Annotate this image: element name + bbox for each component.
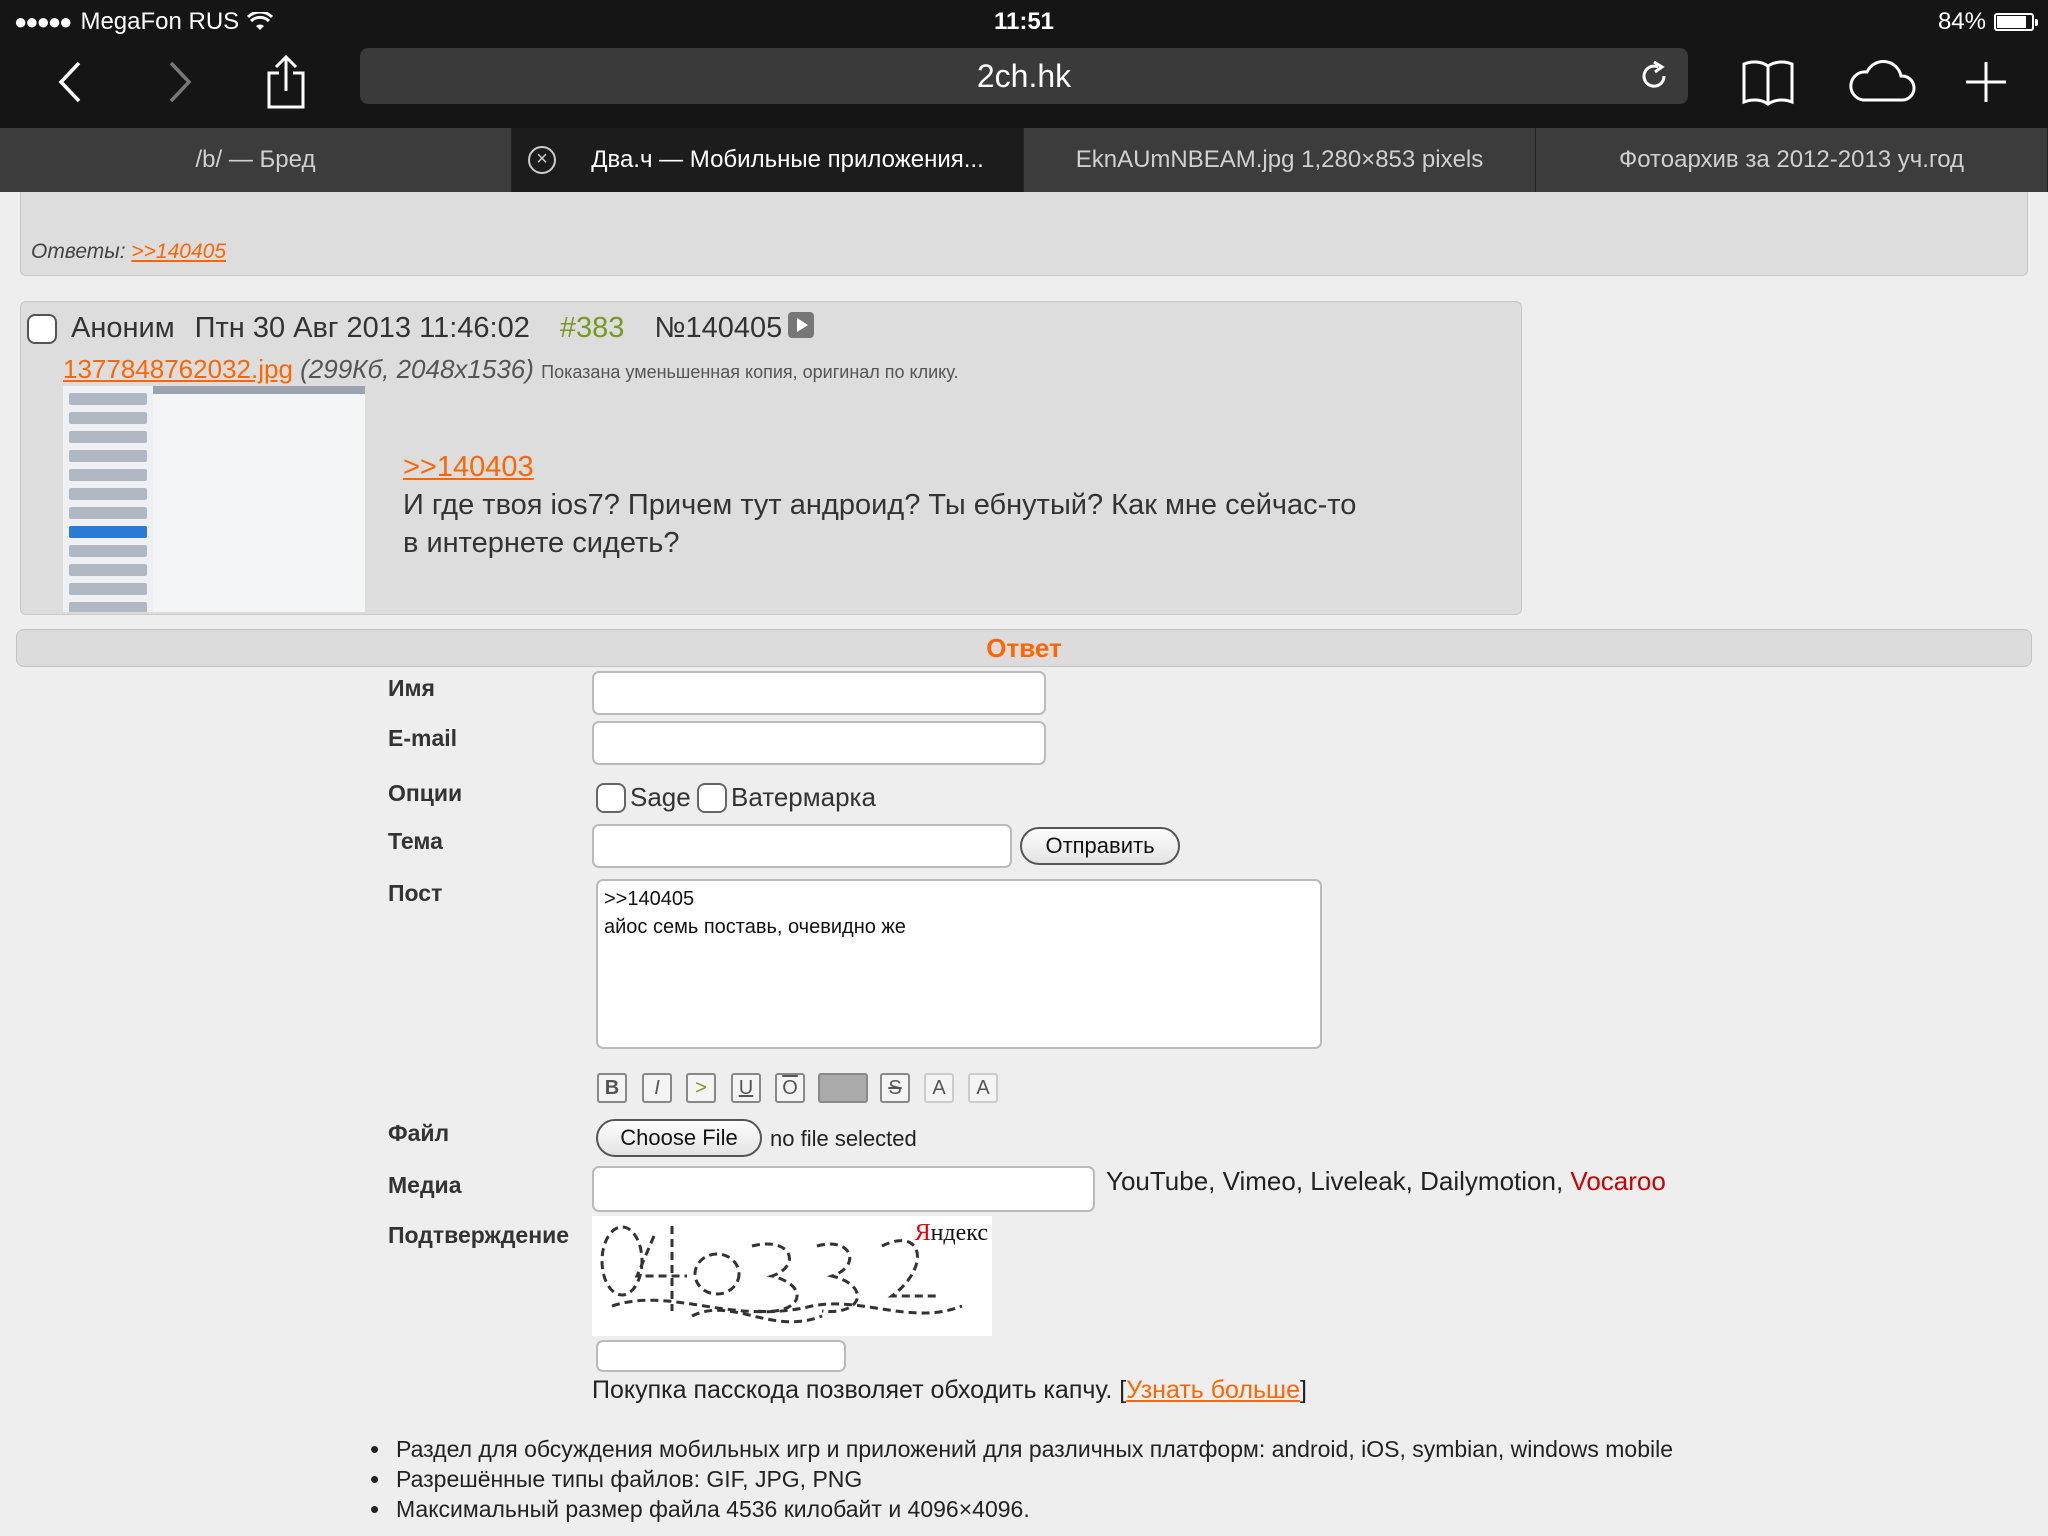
tab-title: /b/ — Бред <box>195 146 316 173</box>
bookmarks-icon[interactable] <box>1740 52 1796 112</box>
submit-button[interactable]: Отправить <box>1020 827 1180 865</box>
post-text: в интернете сидеть? <box>403 527 680 559</box>
tab-title: Два.ч — Мобильные приложения... <box>591 146 984 173</box>
post-select-checkbox[interactable] <box>27 313 57 344</box>
quote-link[interactable]: >>140403 <box>403 451 534 483</box>
captcha-image[interactable]: Яндекс <box>592 1216 992 1336</box>
post-thumbnail[interactable] <box>63 386 365 612</box>
tab-bar: /b/ — Бред × Два.ч — Мобильные приложени… <box>0 128 2048 192</box>
share-icon[interactable] <box>262 52 310 112</box>
rule-item: Раздел для обсуждения мобильных игр и пр… <box>370 1434 1673 1466</box>
url-text: 2ch.hk <box>976 57 1072 94</box>
watermark-option[interactable]: Ватермарка <box>697 782 876 813</box>
email-input[interactable] <box>592 721 1046 765</box>
browser-toolbar: 2ch.hk <box>0 42 2048 128</box>
overline-button[interactable]: O <box>775 1073 805 1103</box>
forward-icon[interactable] <box>160 52 200 112</box>
passcode-end: ] <box>1300 1376 1307 1404</box>
choose-file-button[interactable]: Choose File <box>596 1119 762 1157</box>
subscript-button[interactable]: A <box>968 1073 998 1103</box>
media-label: Медиа <box>388 1172 462 1198</box>
post-date: Птн 30 Авг 2013 11:46:02 <box>194 312 530 344</box>
passcode-note: Покупка пасскода позволяет обходить капч… <box>592 1376 1307 1405</box>
board-rules: Раздел для обсуждения мобильных игр и пр… <box>370 1434 1673 1526</box>
reply-header[interactable]: Ответ <box>16 629 2032 667</box>
tab-b[interactable]: /b/ — Бред <box>0 128 512 192</box>
reply-link[interactable]: >>140405 <box>131 240 226 263</box>
superscript-button[interactable]: A <box>924 1073 954 1103</box>
post-body: >>140403 И где твоя ios7? Причем тут анд… <box>403 448 1483 562</box>
media-services: YouTube, Vimeo, Liveleak, Dailymotion, <box>1106 1166 1564 1196</box>
spoiler-button[interactable] <box>818 1073 868 1103</box>
subject-input[interactable] <box>592 824 1012 868</box>
rule-item: Максимальный размер файла 4536 килобайт … <box>370 1494 1673 1526</box>
sage-option[interactable]: Sage <box>596 782 691 813</box>
battery: 84% <box>1937 8 2038 36</box>
replies-row: Ответы: >>140405 <box>31 240 226 264</box>
tab-mobile-apps[interactable]: × Два.ч — Мобильные приложения... <box>512 128 1024 192</box>
bold-button[interactable]: B <box>597 1073 627 1103</box>
file-info: 1377848762032.jpg (299Кб, 2048x1536) Пок… <box>63 354 958 385</box>
media-input[interactable] <box>592 1166 1095 1212</box>
tab-title: Фотоархив за 2012-2013 уч.год <box>1618 146 1965 173</box>
sage-label: Sage <box>630 782 691 812</box>
post-140405: Аноним Птн 30 Авг 2013 11:46:02 #383 №14… <box>20 301 1522 615</box>
watermark-checkbox[interactable] <box>697 782 727 813</box>
media-hint: YouTube, Vimeo, Liveleak, Dailymotion, V… <box>1106 1166 1666 1197</box>
tab-photoarchive[interactable]: Фотоархив за 2012-2013 уч.год <box>1536 128 2048 192</box>
italic-button[interactable]: I <box>642 1073 672 1103</box>
thumb-note: Показана уменьшенная копия, оригинал по … <box>541 362 959 382</box>
yandex-logo: Яндекс <box>914 1220 988 1246</box>
battery-percent: 84% <box>1937 8 1986 35</box>
expand-icon[interactable] <box>788 311 815 338</box>
previous-post: Ответы: >>140405 <box>20 192 2028 276</box>
close-tab-icon[interactable]: × <box>528 146 556 174</box>
post-text: И где твоя ios7? Причем тут андроид? Ты … <box>403 489 1357 521</box>
watermark-label: Ватермарка <box>731 782 876 812</box>
captcha-input[interactable] <box>596 1340 846 1372</box>
underline-button[interactable]: U <box>731 1073 761 1103</box>
passcode-text: Покупка пасскода позволяет обходить капч… <box>592 1376 1127 1404</box>
reload-icon[interactable] <box>1638 60 1670 100</box>
post-header: Аноним Птн 30 Авг 2013 11:46:02 #383 №14… <box>27 311 815 345</box>
status-bar: ●●●●● MegaFon RUS 11:51 84% <box>0 0 2048 42</box>
file-meta: (299Кб, 2048x1536) <box>300 354 534 384</box>
battery-icon <box>1994 13 2038 31</box>
tab-title: EknAUmNBEAM.jpg 1,280×853 pixels <box>1075 146 1484 173</box>
name-label: Имя <box>388 675 435 701</box>
sage-checkbox[interactable] <box>596 782 626 813</box>
new-tab-icon[interactable] <box>1962 52 2010 112</box>
cloud-tabs-icon[interactable] <box>1846 52 1918 112</box>
name-input[interactable] <box>592 671 1046 715</box>
options-label: Опции <box>388 780 463 806</box>
passcode-link[interactable]: Узнать больше <box>1126 1376 1300 1404</box>
post-label: Пост <box>388 880 443 906</box>
email-label: E-mail <box>388 725 458 751</box>
post-textarea[interactable]: >>140405 айос семь поставь, очевидно же <box>596 879 1322 1049</box>
file-link[interactable]: 1377848762032.jpg <box>63 354 293 384</box>
post-number[interactable]: №140405 <box>654 312 782 345</box>
strike-button[interactable]: S <box>880 1073 910 1103</box>
post-author: Аноним <box>71 312 175 344</box>
replies-label: Ответы: <box>31 240 126 263</box>
rule-item: Разрешённые типы файлов: GIF, JPG, PNG <box>370 1464 1673 1496</box>
captcha-label: Подтверждение <box>388 1222 570 1248</box>
vocaroo-link[interactable]: Vocaroo <box>1570 1166 1665 1196</box>
file-label: Файл <box>388 1120 450 1146</box>
no-file-text: no file selected <box>770 1126 917 1151</box>
post-index[interactable]: #383 <box>560 312 625 345</box>
tab-image[interactable]: EknAUmNBEAM.jpg 1,280×853 pixels <box>1024 128 1536 192</box>
quote-button[interactable]: > <box>686 1073 716 1103</box>
back-icon[interactable] <box>50 52 90 112</box>
subject-label: Тема <box>388 828 443 854</box>
status-time: 11:51 <box>993 8 1055 35</box>
address-bar[interactable]: 2ch.hk <box>360 48 1688 104</box>
